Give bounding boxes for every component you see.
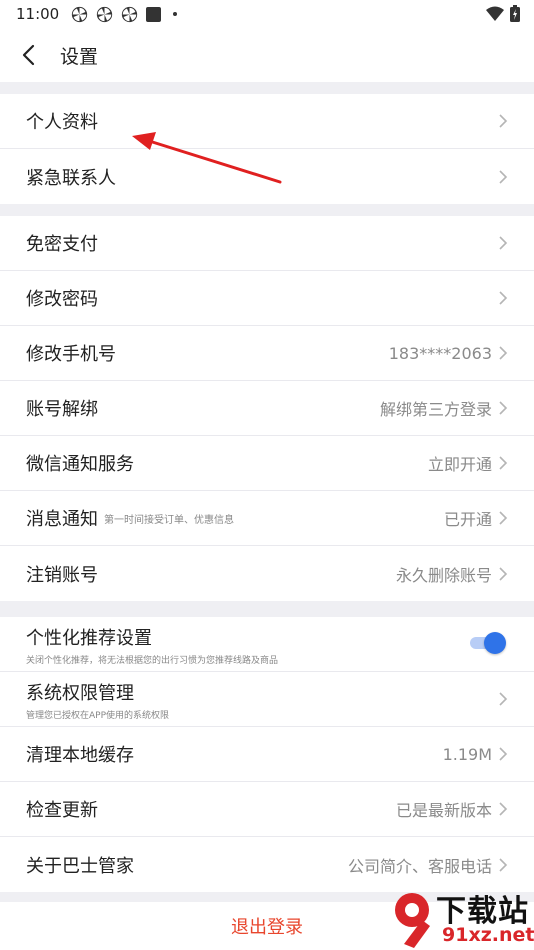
- chevron-right-icon: [499, 169, 508, 184]
- pinwheel-icon: [72, 6, 88, 22]
- wechat-notify-value: 立即开通: [427, 455, 492, 474]
- chevron-right-icon: [499, 291, 508, 305]
- change-password-row[interactable]: 修改密码: [0, 271, 534, 326]
- chevron-right-icon: [499, 857, 508, 872]
- row-label: 检查更新: [26, 800, 98, 821]
- chevron-right-icon: [499, 692, 508, 706]
- chevron-right-icon: [499, 802, 508, 816]
- recommend-toggle[interactable]: [470, 632, 506, 654]
- row-label: 系统权限管理: [26, 683, 134, 704]
- wifi-icon: [486, 6, 504, 21]
- status-bar: 11:00: [0, 0, 534, 28]
- watermark-url: 91xz.net: [442, 924, 534, 946]
- wechat-notify-row[interactable]: 微信通知服务 立即开通: [0, 436, 534, 491]
- chevron-right-icon: [499, 401, 508, 415]
- row-label: 免密支付: [26, 234, 98, 255]
- cache-size-value: 1.19M: [442, 744, 492, 764]
- personalized-recommend-row: 个性化推荐设置 关闭个性化推荐，将无法根据您的出行习惯为您推荐线路及商品: [0, 617, 534, 672]
- chevron-right-icon: [499, 346, 508, 360]
- about-row[interactable]: 关于巴士管家 公司简介、客服电话: [0, 837, 534, 892]
- system-icons: [486, 5, 520, 22]
- row-label: 紧急联系人: [26, 167, 116, 189]
- row-label: 修改手机号: [26, 344, 116, 365]
- check-update-row[interactable]: 检查更新 已是最新版本: [0, 782, 534, 837]
- delete-account-row[interactable]: 注销账号 永久删除账号: [0, 546, 534, 601]
- toggle-knob: [484, 632, 506, 654]
- settings-group-account: 免密支付 修改密码 修改手机号 183****2063 账号解绑 解绑第三方登录…: [0, 216, 534, 601]
- about-value: 公司简介、客服电话: [347, 856, 492, 876]
- watermark-logo-icon: [395, 893, 430, 948]
- more-dot-icon: [173, 12, 178, 16]
- row-sublabel: 管理您已授权在APP使用的系统权限: [26, 711, 170, 721]
- message-notify-value: 已开通: [443, 510, 492, 529]
- message-notify-row[interactable]: 消息通知 第一时间接受订单、优惠信息 已开通: [0, 491, 534, 546]
- chevron-right-icon: [499, 511, 508, 525]
- status-time: 11:00: [16, 5, 60, 23]
- update-status-value: 已是最新版本: [395, 801, 492, 820]
- row-sublabel: 关闭个性化推荐，将无法根据您的出行习惯为您推荐线路及商品: [26, 656, 279, 666]
- row-label: 清理本地缓存: [26, 745, 134, 766]
- row-label: 修改密码: [26, 289, 98, 310]
- chevron-right-icon: [499, 456, 508, 470]
- row-label: 消息通知: [26, 509, 98, 530]
- chevron-right-icon: [499, 236, 508, 250]
- notification-icons: [71, 6, 178, 23]
- row-sublabel: 第一时间接受订单、优惠信息: [104, 514, 234, 526]
- row-label: 个人资料: [26, 112, 98, 133]
- battery-icon: [510, 5, 520, 22]
- pinwheel-icon: [122, 6, 138, 22]
- password-free-pay-row[interactable]: 免密支付: [0, 216, 534, 271]
- chevron-right-icon: [499, 747, 508, 761]
- row-label: 关于巴士管家: [26, 855, 134, 877]
- logout-label: 退出登录: [231, 917, 303, 938]
- chevron-left-icon: [22, 44, 35, 66]
- row-label: 注销账号: [26, 564, 98, 586]
- clear-cache-row[interactable]: 清理本地缓存 1.19M: [0, 727, 534, 782]
- chevron-right-icon: [499, 566, 508, 581]
- row-label: 账号解绑: [26, 399, 98, 420]
- phone-value: 183****2063: [388, 343, 492, 363]
- delete-account-value: 永久删除账号: [395, 565, 492, 585]
- pinwheel-icon: [97, 6, 113, 22]
- page-title: 设置: [60, 45, 99, 68]
- back-button[interactable]: [0, 28, 56, 82]
- system-permission-row[interactable]: 系统权限管理 管理您已授权在APP使用的系统权限: [0, 672, 534, 727]
- app-square-icon: [146, 6, 162, 22]
- row-label: 个性化推荐设置: [26, 628, 152, 649]
- nav-header: 设置: [0, 28, 534, 82]
- site-watermark: 下载站 91xz.net: [392, 886, 534, 950]
- chevron-right-icon: [499, 114, 508, 128]
- annotation-arrow: [132, 132, 282, 184]
- settings-group-system: 个性化推荐设置 关闭个性化推荐，将无法根据您的出行习惯为您推荐线路及商品 系统权…: [0, 617, 534, 892]
- change-phone-row[interactable]: 修改手机号 183****2063: [0, 326, 534, 381]
- row-label: 微信通知服务: [26, 454, 134, 475]
- account-unbind-row[interactable]: 账号解绑 解绑第三方登录: [0, 381, 534, 436]
- unbind-value: 解绑第三方登录: [379, 400, 492, 419]
